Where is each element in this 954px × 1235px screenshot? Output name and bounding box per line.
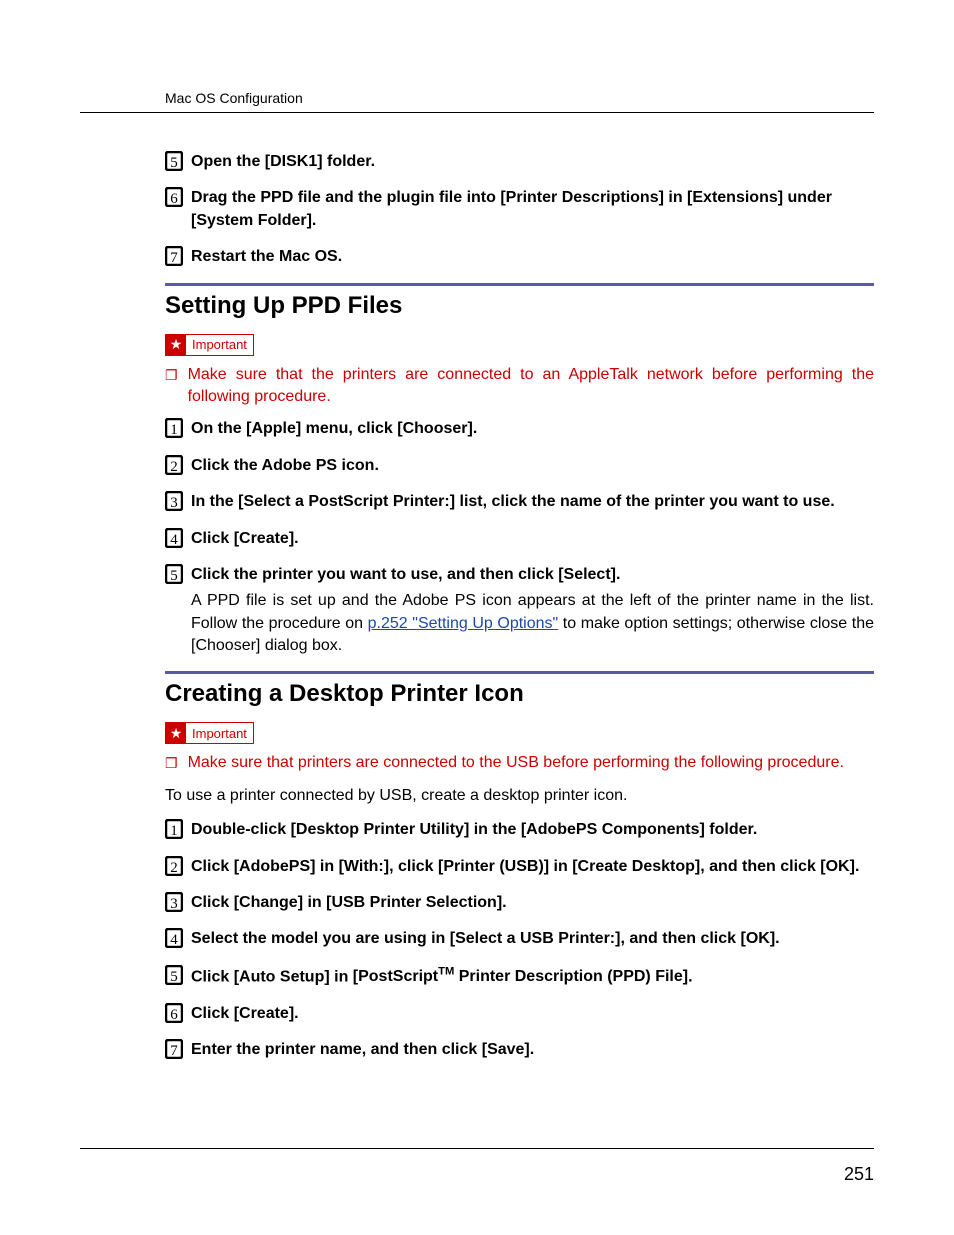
star-icon: ★ [166, 335, 186, 355]
svg-text:6: 6 [170, 191, 178, 207]
svg-text:3: 3 [170, 896, 178, 912]
step-4c: 4 Select the model you are using in [Sel… [165, 928, 874, 950]
footer-rule [80, 1148, 874, 1149]
step-number-icon: 2 [165, 856, 183, 876]
svg-text:5: 5 [170, 155, 178, 171]
section-heading-desktop: Creating a Desktop Printer Icon [165, 680, 874, 708]
important-badge: ★ Important [165, 722, 254, 744]
step-text: Click [Change] in [USB Printer Selection… [191, 892, 874, 914]
step-7c: 7 Enter the printer name, and then click… [165, 1039, 874, 1061]
step-text: Click [Auto Setup] in [PostScriptTM Prin… [191, 965, 874, 989]
trademark-superscript: TM [438, 966, 454, 978]
step-number-icon: 5 [165, 965, 183, 985]
step-6c: 6 Click [Create]. [165, 1003, 874, 1025]
step-number-icon: 6 [165, 187, 183, 207]
important-badge: ★ Important [165, 334, 254, 356]
svg-text:5: 5 [170, 969, 178, 985]
star-icon: ★ [166, 723, 186, 743]
step-text: Click the printer you want to use, and t… [191, 564, 874, 658]
svg-text:2: 2 [170, 860, 178, 876]
step-number-icon: 5 [165, 564, 183, 584]
step-1: 1 On the [Apple] menu, click [Chooser]. [165, 418, 874, 440]
step-number-icon: 7 [165, 246, 183, 266]
step-text: Click [Create]. [191, 1003, 874, 1025]
cross-reference-link[interactable]: p.252 "Setting Up Options" [368, 615, 559, 632]
svg-text:7: 7 [170, 1043, 178, 1059]
step-3c: 3 Click [Change] in [USB Printer Selecti… [165, 892, 874, 914]
step-text: On the [Apple] menu, click [Chooser]. [191, 418, 874, 440]
step-number-icon: 3 [165, 491, 183, 511]
svg-text:4: 4 [170, 932, 178, 948]
svg-text:4: 4 [170, 532, 178, 548]
step-1c: 1 Double-click [Desktop Printer Utility]… [165, 819, 874, 841]
step-number-icon: 4 [165, 528, 183, 548]
svg-text:2: 2 [170, 459, 178, 475]
page: Mac OS Configuration 5 Open the [DISK1] … [0, 0, 954, 1235]
step-text: Click [Create]. [191, 528, 874, 550]
step-number-icon: 6 [165, 1003, 183, 1023]
step-3: 3 In the [Select a PostScript Printer:] … [165, 491, 874, 513]
section-rule [165, 283, 874, 286]
page-number: 251 [844, 1164, 874, 1185]
step-subtext: A PPD file is set up and the Adobe PS ic… [191, 590, 874, 657]
svg-text:1: 1 [170, 422, 178, 438]
step-text: Select the model you are using in [Selec… [191, 928, 874, 950]
step-number-icon: 4 [165, 928, 183, 948]
header-rule [80, 112, 874, 113]
note-text: Make sure that the printers are connecte… [188, 364, 874, 409]
step-5: 5 Open the [DISK1] folder. [165, 151, 874, 173]
svg-text:3: 3 [170, 495, 178, 511]
step-2c: 2 Click [AdobePS] in [With:], click [Pri… [165, 856, 874, 878]
step-text: Open the [DISK1] folder. [191, 151, 874, 173]
svg-text:7: 7 [170, 250, 178, 266]
step-7: 7 Restart the Mac OS. [165, 246, 874, 268]
step-text: Double-click [Desktop Printer Utility] i… [191, 819, 874, 841]
step-text: In the [Select a PostScript Printer:] li… [191, 491, 874, 513]
section-heading-ppd: Setting Up PPD Files [165, 292, 874, 320]
step-5b: 5 Click the printer you want to use, and… [165, 564, 874, 658]
step-number-icon: 7 [165, 1039, 183, 1059]
step-text: Enter the printer name, and then click [… [191, 1039, 874, 1061]
step-6: 6 Drag the PPD file and the plugin file … [165, 187, 874, 232]
step-text: Drag the PPD file and the plugin file in… [191, 187, 874, 232]
bullet-icon: ❐ [165, 364, 178, 409]
content-area: 5 Open the [DISK1] folder. 6 Drag the PP… [80, 121, 874, 1061]
running-header: Mac OS Configuration [80, 90, 874, 112]
important-note: ❐ Make sure that printers are connected … [165, 752, 874, 774]
step-number-icon: 2 [165, 455, 183, 475]
section-rule [165, 671, 874, 674]
step-4: 4 Click [Create]. [165, 528, 874, 550]
intro-paragraph: To use a printer connected by USB, creat… [165, 785, 874, 807]
step-number-icon: 1 [165, 819, 183, 839]
important-note: ❐ Make sure that the printers are connec… [165, 364, 874, 409]
step-2: 2 Click the Adobe PS icon. [165, 455, 874, 477]
svg-text:1: 1 [170, 823, 178, 839]
step-5c: 5 Click [Auto Setup] in [PostScriptTM Pr… [165, 965, 874, 989]
step-number-icon: 3 [165, 892, 183, 912]
step-number-icon: 5 [165, 151, 183, 171]
svg-text:5: 5 [170, 568, 178, 584]
note-text: Make sure that printers are connected to… [188, 752, 874, 774]
svg-text:6: 6 [170, 1007, 178, 1023]
bullet-icon: ❐ [165, 752, 178, 774]
step-number-icon: 1 [165, 418, 183, 438]
step-text: Click [AdobePS] in [With:], click [Print… [191, 856, 874, 878]
step-text: Restart the Mac OS. [191, 246, 874, 268]
step-text: Click the Adobe PS icon. [191, 455, 874, 477]
important-label: Important [186, 337, 253, 352]
important-label: Important [186, 726, 253, 741]
